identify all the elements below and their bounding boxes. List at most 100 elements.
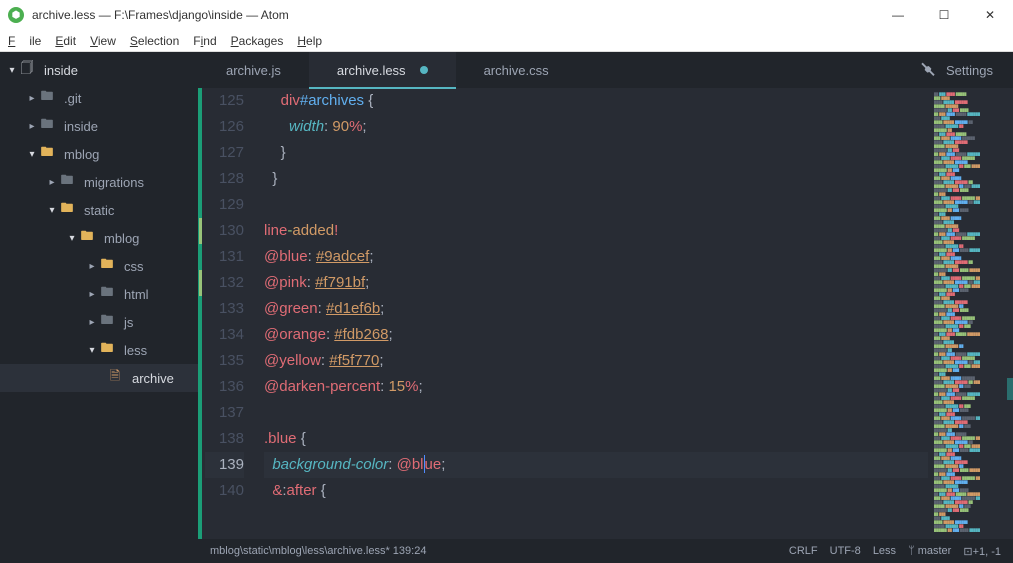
tree-item-static[interactable]: ▾🖿static	[0, 196, 198, 224]
line-number[interactable]: 139	[205, 452, 244, 478]
status-encoding[interactable]: UTF-8	[830, 545, 861, 557]
folder-icon: 🖿	[58, 199, 76, 221]
tree-item-label: migrations	[84, 175, 144, 190]
menu-packages[interactable]: Packages	[231, 34, 284, 48]
file-icon: 🗎	[106, 367, 124, 389]
menu-file[interactable]: File	[8, 34, 41, 48]
tree-item-less[interactable]: ▾🖿less	[0, 336, 198, 364]
settings-label: Settings	[946, 63, 993, 78]
folder-icon: 🖿	[98, 311, 116, 333]
line-number[interactable]: 127	[205, 140, 244, 166]
tree-item-inside[interactable]: ▸🖿inside	[0, 112, 198, 140]
tree-item-label: archive	[132, 371, 174, 386]
line-number[interactable]: 125	[205, 88, 244, 114]
status-language[interactable]: Less	[873, 545, 896, 557]
line-number[interactable]: 140	[205, 478, 244, 504]
status-path[interactable]: mblog\static\mblog\less\archive.less* 13…	[210, 545, 426, 557]
line-gutter[interactable]: 1251261271281291301311321331341351361371…	[202, 88, 254, 539]
window-titlebar: ⬢ archive.less — F:\Frames\django\inside…	[0, 0, 1013, 30]
folder-icon: 🖿	[38, 115, 56, 137]
line-number[interactable]: 128	[205, 166, 244, 192]
tree-item-html[interactable]: ▸🖿html	[0, 280, 198, 308]
modified-dot-icon	[420, 66, 428, 74]
tree-item-label: html	[124, 287, 149, 302]
tree-item-css[interactable]: ▸🖿css	[0, 252, 198, 280]
window-close[interactable]: ✕	[967, 0, 1013, 30]
code-line[interactable]: line-added!	[264, 218, 928, 244]
menu-find[interactable]: Find	[193, 34, 216, 48]
tab-settings[interactable]: Settings	[900, 52, 1013, 88]
menu-help[interactable]: Help	[297, 34, 322, 48]
tree-item-label: mblog	[64, 147, 99, 162]
folder-icon: 🖿	[58, 171, 76, 193]
tab-archive-js[interactable]: archive.js	[198, 52, 309, 88]
window-minimize[interactable]: —	[875, 0, 921, 30]
code-line[interactable]: background-color: @blue;	[264, 452, 928, 478]
line-number[interactable]: 130	[205, 218, 244, 244]
code-line[interactable]: }	[264, 166, 928, 192]
status-eol[interactable]: CRLF	[789, 545, 818, 557]
folder-icon: 🖿	[98, 339, 116, 361]
tree-item-label: .git	[64, 91, 81, 106]
menu-bar: File Edit View Selection Find Packages H…	[0, 30, 1013, 52]
window-maximize[interactable]: ☐	[921, 0, 967, 30]
menu-edit[interactable]: Edit	[55, 34, 76, 48]
tab-label: archive.less	[337, 63, 406, 78]
tree-item-label: js	[124, 315, 133, 330]
status-bar: mblog\static\mblog\less\archive.less* 13…	[198, 539, 1013, 563]
tree-item-label: mblog	[104, 231, 139, 246]
tree-item-js[interactable]: ▸🖿js	[0, 308, 198, 336]
line-number[interactable]: 134	[205, 322, 244, 348]
status-diff[interactable]: ⊡+1, -1	[963, 545, 1001, 558]
tree-item-archive[interactable]: 🗎 archive	[0, 364, 198, 392]
tools-icon	[920, 62, 936, 78]
tree-root[interactable]: ▾🗍 inside	[0, 56, 198, 84]
folder-icon: 🖿	[78, 227, 96, 249]
code-line[interactable]: div#archives {	[264, 88, 928, 114]
menu-selection[interactable]: Selection	[130, 34, 179, 48]
code-line[interactable]: @orange: #fdb268;	[264, 322, 928, 348]
code-editor[interactable]: 1251261271281291301311321331341351361371…	[198, 88, 1013, 539]
tree-item-mblog[interactable]: ▾🖿mblog	[0, 140, 198, 168]
code-line[interactable]: @green: #d1ef6b;	[264, 296, 928, 322]
code-line[interactable]: .blue {	[264, 426, 928, 452]
tree-item-label: inside	[64, 119, 98, 134]
tree-item-mblog[interactable]: ▾🖿mblog	[0, 224, 198, 252]
folder-icon: 🖿	[38, 143, 56, 165]
line-number[interactable]: 132	[205, 270, 244, 296]
minimap[interactable]: ██ ███ ████ █████ ███ ████ ████ █████ ██…	[928, 88, 1013, 539]
code-line[interactable]	[264, 192, 928, 218]
tab-archive-less[interactable]: archive.less	[309, 52, 456, 88]
folder-icon: 🖿	[98, 255, 116, 277]
tree-item-.git[interactable]: ▸🖿.git	[0, 84, 198, 112]
code-text[interactable]: div#archives { width: 90%; } } line-added…	[254, 88, 928, 539]
folder-icon: 🖿	[98, 283, 116, 305]
project-tree[interactable]: ▾🗍 inside ▸🖿.git▸🖿inside▾🖿mblog▸🖿migrati…	[0, 52, 198, 563]
tab-label: archive.js	[226, 63, 281, 78]
folder-icon: 🖿	[38, 87, 56, 109]
line-number[interactable]: 133	[205, 296, 244, 322]
code-line[interactable]: }	[264, 140, 928, 166]
tab-archive-css[interactable]: archive.css	[456, 52, 577, 88]
line-number[interactable]: 137	[205, 400, 244, 426]
line-number[interactable]: 131	[205, 244, 244, 270]
code-line[interactable]: @yellow: #f5f770;	[264, 348, 928, 374]
code-line[interactable]: &:after {	[264, 478, 928, 504]
app-icon: ⬢	[8, 7, 24, 23]
menu-view[interactable]: View	[90, 34, 116, 48]
tree-item-label: css	[124, 259, 144, 274]
status-branch[interactable]: ᛘ master	[908, 545, 951, 557]
line-number[interactable]: 135	[205, 348, 244, 374]
tree-item-migrations[interactable]: ▸🖿migrations	[0, 168, 198, 196]
code-line[interactable]	[264, 400, 928, 426]
line-number[interactable]: 136	[205, 374, 244, 400]
line-number[interactable]: 138	[205, 426, 244, 452]
code-line[interactable]: @darken-percent: 15%;	[264, 374, 928, 400]
line-number[interactable]: 129	[205, 192, 244, 218]
code-line[interactable]: width: 90%;	[264, 114, 928, 140]
code-line[interactable]: @pink: #f791bf;	[264, 270, 928, 296]
code-line[interactable]: @blue: #9adcef;	[264, 244, 928, 270]
tree-item-label: less	[124, 343, 147, 358]
line-number[interactable]: 126	[205, 114, 244, 140]
editor-tabs: archive.js archive.less archive.css Settin…	[198, 52, 1013, 88]
